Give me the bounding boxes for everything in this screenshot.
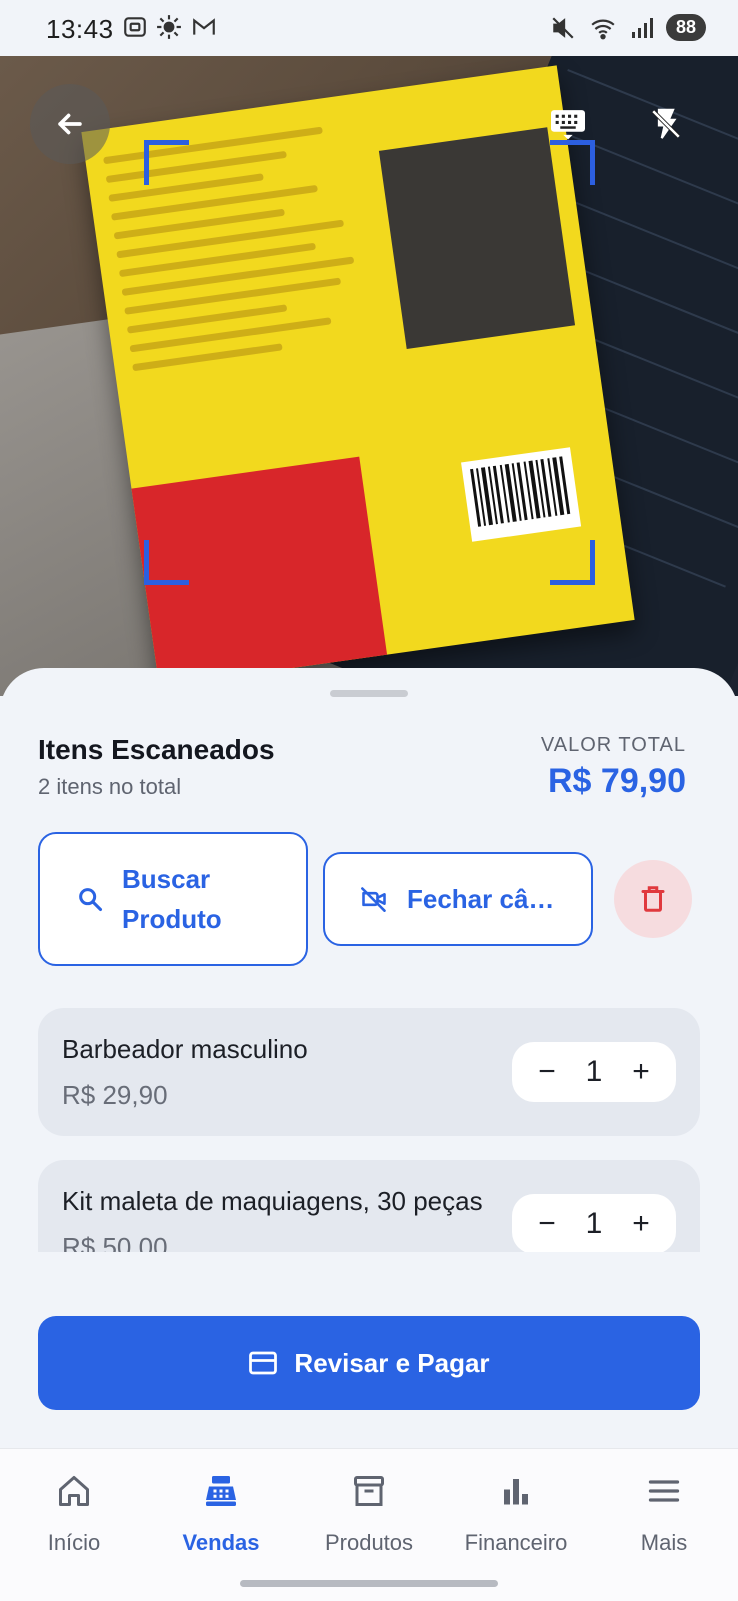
scanned-items-list[interactable]: Barbeador masculino R$ 29,90 − 1 + Kit m… [38,1008,700,1252]
signal-icon [631,17,653,38]
vibrate-icon [552,16,574,39]
screenshot-icon [124,17,146,37]
nav-item-inicio[interactable]: Início [0,1473,148,1556]
decrement-button[interactable]: − [532,1055,562,1089]
status-left-icons [122,14,218,40]
list-item[interactable]: Kit maleta de maquiagens, 30 peças R$ 50… [38,1160,700,1252]
item-price: R$ 50,00 [62,1232,168,1252]
item-name: Barbeador masculino [62,1034,308,1064]
item-price: R$ 29,90 [62,1080,168,1110]
cash-register-icon [206,1476,236,1506]
bar-chart-icon [504,1479,528,1505]
scan-frame-corner-tr [550,140,595,185]
back-button[interactable] [30,84,110,164]
scan-frame-corner-tl [144,140,189,185]
flash-off-icon [651,108,681,139]
brightness-icon [157,15,181,39]
scan-frame-corner-bl [144,540,189,585]
search-product-button[interactable]: Buscar Produto [38,832,308,966]
camera-preview[interactable] [0,56,738,696]
quantity-value: 1 [585,1207,603,1240]
gmail-icon [193,18,215,35]
credit-card-icon [249,1351,278,1375]
close-camera-button[interactable]: Fechar câmera [323,852,593,946]
items-count: 2 itens no total [38,774,182,799]
flash-toggle-button[interactable] [644,104,688,144]
list-item[interactable]: Barbeador masculino R$ 29,90 − 1 + [38,1008,700,1136]
nav-item-produtos[interactable]: Produtos [295,1473,443,1556]
search-product-label: Buscar Produto [122,864,222,934]
increment-button[interactable]: + [626,1207,656,1241]
status-bar: 13:43 88 [0,0,738,56]
trash-icon [641,886,665,912]
item-name: Kit maleta de maquiagens, 30 peças [62,1186,483,1216]
status-right-icons: 88 [550,14,706,41]
sheet-title: Itens Escaneados [38,734,275,765]
quantity-stepper: − 1 + [512,1042,676,1102]
increment-button[interactable]: + [626,1055,656,1089]
status-time: 13:43 [46,14,114,44]
arrow-left-icon [58,113,82,135]
scanned-items-sheet: Itens Escaneados 2 itens no total VALOR … [0,668,738,1448]
review-and-pay-label: Revisar e Pagar [294,1347,490,1378]
nav-label: Início [47,1530,101,1555]
keyboard-button[interactable] [546,104,590,144]
quantity-value: 1 [585,1055,603,1088]
nav-label: Vendas [182,1530,260,1555]
total-label: VALOR TOTAL [540,734,686,756]
nav-item-financeiro[interactable]: Financeiro [442,1473,590,1556]
menu-icon [648,1480,680,1502]
decrement-button[interactable]: − [532,1207,562,1241]
wifi-icon [591,19,615,39]
search-icon [79,888,103,912]
archive-box-icon [354,1476,384,1506]
quantity-stepper: − 1 + [512,1194,676,1252]
clear-items-button[interactable] [614,860,692,938]
bottom-navigation: Início Vendas Produtos Financeiro Mais [0,1448,738,1601]
close-camera-label: Fechar câmera [407,883,557,914]
scan-frame-corner-br [550,540,595,585]
nav-label: Produtos [324,1530,414,1555]
home-indicator[interactable] [240,1580,498,1587]
nav-item-mais[interactable]: Mais [590,1473,738,1556]
sheet-drag-handle[interactable] [330,690,408,697]
home-icon [59,1476,89,1506]
nav-item-vendas[interactable]: Vendas [147,1473,295,1556]
keyboard-icon [551,110,585,140]
review-and-pay-button[interactable]: Revisar e Pagar [38,1316,700,1410]
total-value: R$ 79,90 [548,762,686,800]
nav-label: Mais [640,1530,688,1555]
camera-off-icon [361,887,386,912]
nav-label: Financeiro [464,1530,568,1555]
battery-level: 88 [665,14,706,41]
